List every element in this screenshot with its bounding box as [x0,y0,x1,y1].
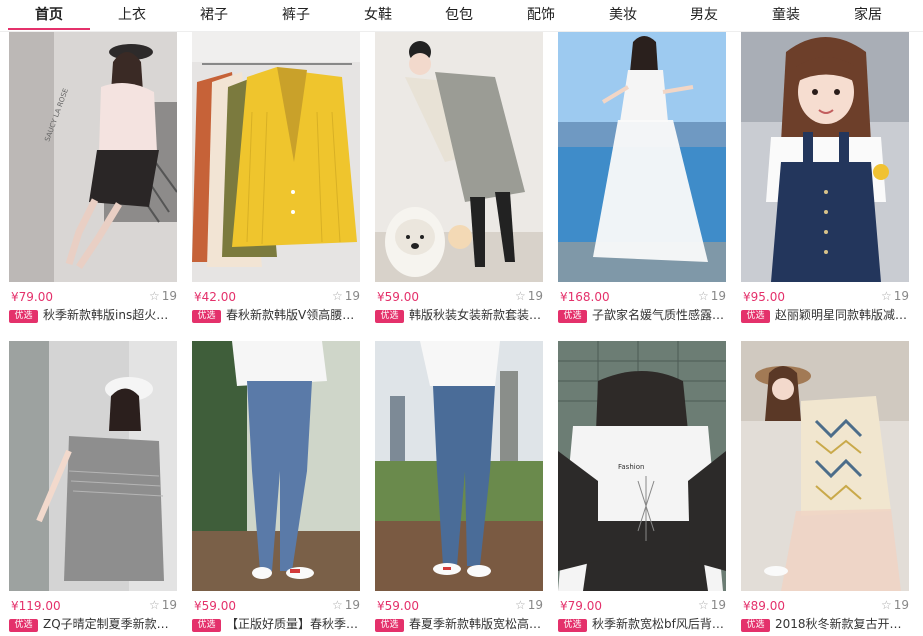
tab-kids[interactable]: 童装 [756,0,816,31]
product-image[interactable] [741,341,909,591]
product-title[interactable]: 秋季新款宽松bf风后背… [592,616,726,633]
product-title[interactable]: 韩版秋装女装新款套装… [409,307,543,324]
product-image[interactable] [192,32,360,282]
active-tab-indicator [8,28,90,30]
tab-beauty[interactable]: 美妆 [593,0,653,31]
tab-pants[interactable]: 裤子 [266,0,326,31]
like-count-value: 19 [527,289,543,303]
featured-badge: 优选 [375,619,404,632]
like-count-value: 19 [893,289,909,303]
like-count-value: 19 [710,289,726,303]
like-count[interactable]: ☆ 19 [332,598,360,612]
featured-badge: 优选 [9,310,38,323]
star-icon: ☆ [697,289,709,303]
product-price: ¥168.00 [560,290,610,304]
star-icon: ☆ [331,598,343,612]
star-icon: ☆ [331,289,343,303]
like-count[interactable]: ☆ 19 [881,289,909,303]
product-image[interactable]: Fashion [558,341,726,591]
like-count[interactable]: ☆ 19 [698,598,726,612]
tab-boyfriend[interactable]: 男友 [674,0,734,31]
star-icon: ☆ [880,598,892,612]
product-title[interactable]: 春夏季新款韩版宽松高… [409,616,543,633]
featured-badge: 优选 [558,310,587,323]
product-title[interactable]: 2018秋冬新款复古开… [775,616,909,633]
like-count-value: 19 [161,598,177,612]
product-title[interactable]: 春秋新款韩版V领高腰… [226,307,360,324]
star-icon: ☆ [514,598,526,612]
product-price: ¥59.00 [194,599,236,613]
like-count[interactable]: ☆ 19 [149,598,177,612]
product-image[interactable] [558,32,726,282]
tab-accessories[interactable]: 配饰 [511,0,571,31]
product-price: ¥119.00 [11,599,61,613]
product-image[interactable] [741,32,909,282]
product-price: ¥59.00 [377,290,419,304]
like-count-value: 19 [893,598,909,612]
like-count-value: 19 [527,598,543,612]
product-price: ¥42.00 [194,290,236,304]
star-icon: ☆ [148,598,160,612]
featured-badge: 优选 [192,619,221,632]
like-count[interactable]: ☆ 19 [881,598,909,612]
featured-badge: 优选 [9,619,38,632]
featured-badge: 优选 [741,619,770,632]
product-image[interactable] [9,341,177,591]
like-count-value: 19 [161,289,177,303]
featured-badge: 优选 [558,619,587,632]
tab-home-goods[interactable]: 家居 [838,0,898,31]
like-count-value: 19 [710,598,726,612]
star-icon: ☆ [514,289,526,303]
product-image[interactable] [192,341,360,591]
featured-badge: 优选 [375,310,404,323]
category-tab-bar: 首页 上衣 裙子 裤子 女鞋 包包 配饰 美妆 男友 童装 家居 [0,0,923,32]
like-count-value: 19 [344,289,360,303]
product-image[interactable] [375,341,543,591]
featured-badge: 优选 [192,310,221,323]
product-price: ¥59.00 [377,599,419,613]
product-image[interactable] [375,32,543,282]
product-price: ¥95.00 [743,290,785,304]
tab-bags[interactable]: 包包 [429,0,489,31]
star-icon: ☆ [148,289,160,303]
product-price: ¥79.00 [11,290,53,304]
product-title[interactable]: 赵丽颖明星同款韩版减… [775,307,909,324]
star-icon: ☆ [697,598,709,612]
product-title[interactable]: 秋季新款韩版ins超火… [43,307,177,324]
svg-text:Fashion: Fashion [618,463,644,471]
product-title[interactable]: 【正版好质量】春秋季… [226,616,360,633]
like-count[interactable]: ☆ 19 [515,598,543,612]
like-count[interactable]: ☆ 19 [149,289,177,303]
like-count[interactable]: ☆ 19 [515,289,543,303]
like-count-value: 19 [344,598,360,612]
like-count[interactable]: ☆ 19 [332,289,360,303]
like-count[interactable]: ☆ 19 [698,289,726,303]
product-price: ¥89.00 [743,599,785,613]
tab-tops[interactable]: 上衣 [102,0,162,31]
product-title[interactable]: 子歆家名媛气质性感露… [592,307,726,324]
product-title[interactable]: ZQ子晴定制夏季新款… [43,616,177,633]
tab-home[interactable]: 首页 [19,0,79,31]
star-icon: ☆ [880,289,892,303]
tab-shoes[interactable]: 女鞋 [348,0,408,31]
featured-badge: 优选 [741,310,770,323]
product-price: ¥79.00 [560,599,602,613]
tab-skirts[interactable]: 裙子 [184,0,244,31]
product-image[interactable]: SAUCY LA ROSE [9,32,177,282]
